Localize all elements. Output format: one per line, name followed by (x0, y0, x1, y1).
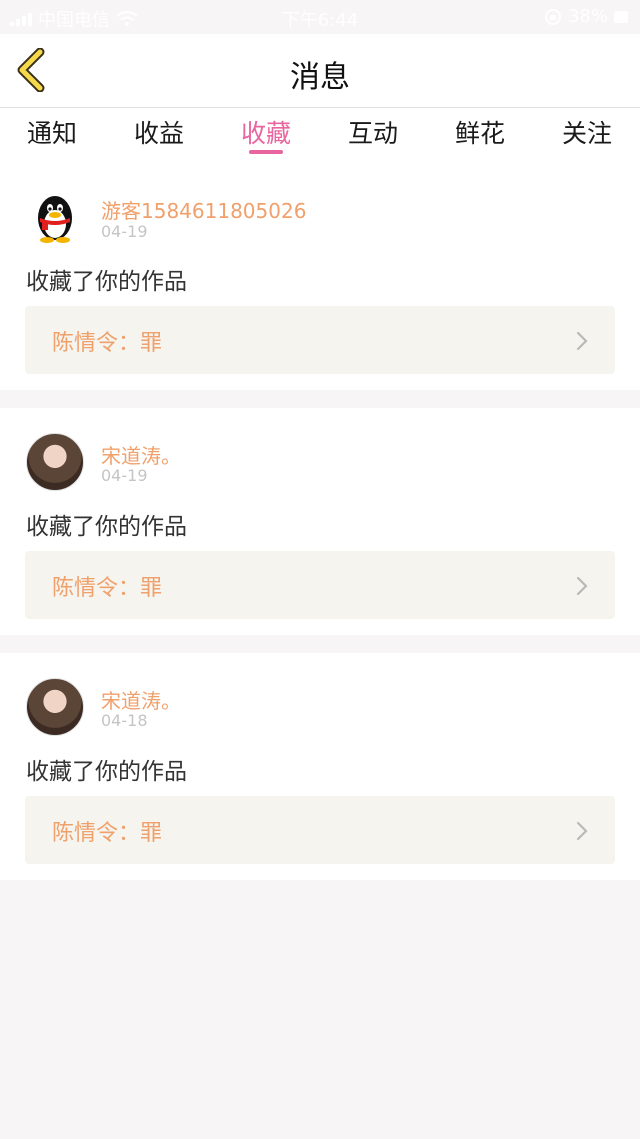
chevron-right-icon (576, 576, 588, 596)
tab-bar: 通知 收益 收藏 互动 鲜花 关注 (0, 108, 640, 164)
messages-page: 中国电信 下午6:44 38% 消息 通知 收益 收藏 互动 鲜花 关注 游客1… (0, 0, 640, 1139)
message-card: 宋道涛。 04-18 收藏了你的作品 陈情令：罪 (0, 653, 640, 880)
tab-notifications[interactable]: 通知 (27, 114, 77, 150)
orientation-lock-icon (544, 8, 561, 25)
tab-interactions[interactable]: 互动 (348, 114, 398, 150)
username[interactable]: 游客1584611805026 (101, 195, 306, 224)
tab-follows[interactable]: 关注 (562, 114, 612, 150)
message-card: 宋道涛。 04-19 收藏了你的作品 陈情令：罪 (0, 408, 640, 635)
work-title: 陈情令：罪 (52, 821, 163, 846)
qq-penguin-icon (38, 196, 72, 243)
work-link[interactable]: 陈情令：罪 (25, 796, 615, 864)
message-date: 04-19 (101, 466, 148, 485)
action-text: 收藏了你的作品 (26, 269, 187, 295)
message-date: 04-19 (101, 222, 148, 241)
nav-bar: 消息 (0, 34, 640, 108)
active-tab-indicator (249, 150, 283, 154)
work-title: 陈情令：罪 (52, 331, 163, 356)
username[interactable]: 宋道涛。 (101, 685, 181, 714)
avatar[interactable] (26, 678, 84, 736)
status-right: 38% (544, 6, 628, 27)
action-text: 收藏了你的作品 (26, 759, 187, 785)
chevron-right-icon (576, 331, 588, 351)
battery-icon (614, 10, 628, 23)
tab-earnings[interactable]: 收益 (134, 114, 184, 150)
battery-percent: 38% (567, 6, 608, 27)
avatar[interactable] (26, 433, 84, 491)
chevron-right-icon (576, 821, 588, 841)
status-bar: 中国电信 下午6:44 38% (0, 0, 640, 34)
username[interactable]: 宋道涛。 (101, 440, 181, 469)
work-link[interactable]: 陈情令：罪 (25, 306, 615, 374)
tab-flowers[interactable]: 鲜花 (455, 114, 505, 150)
tab-favorites[interactable]: 收藏 (241, 114, 291, 150)
action-text: 收藏了你的作品 (26, 514, 187, 540)
message-card: 游客1584611805026 04-19 收藏了你的作品 陈情令：罪 (0, 164, 640, 390)
page-title: 消息 (290, 60, 350, 95)
work-title: 陈情令：罪 (52, 576, 163, 601)
work-link[interactable]: 陈情令：罪 (25, 551, 615, 619)
message-date: 04-18 (101, 711, 148, 730)
avatar[interactable] (26, 188, 84, 246)
